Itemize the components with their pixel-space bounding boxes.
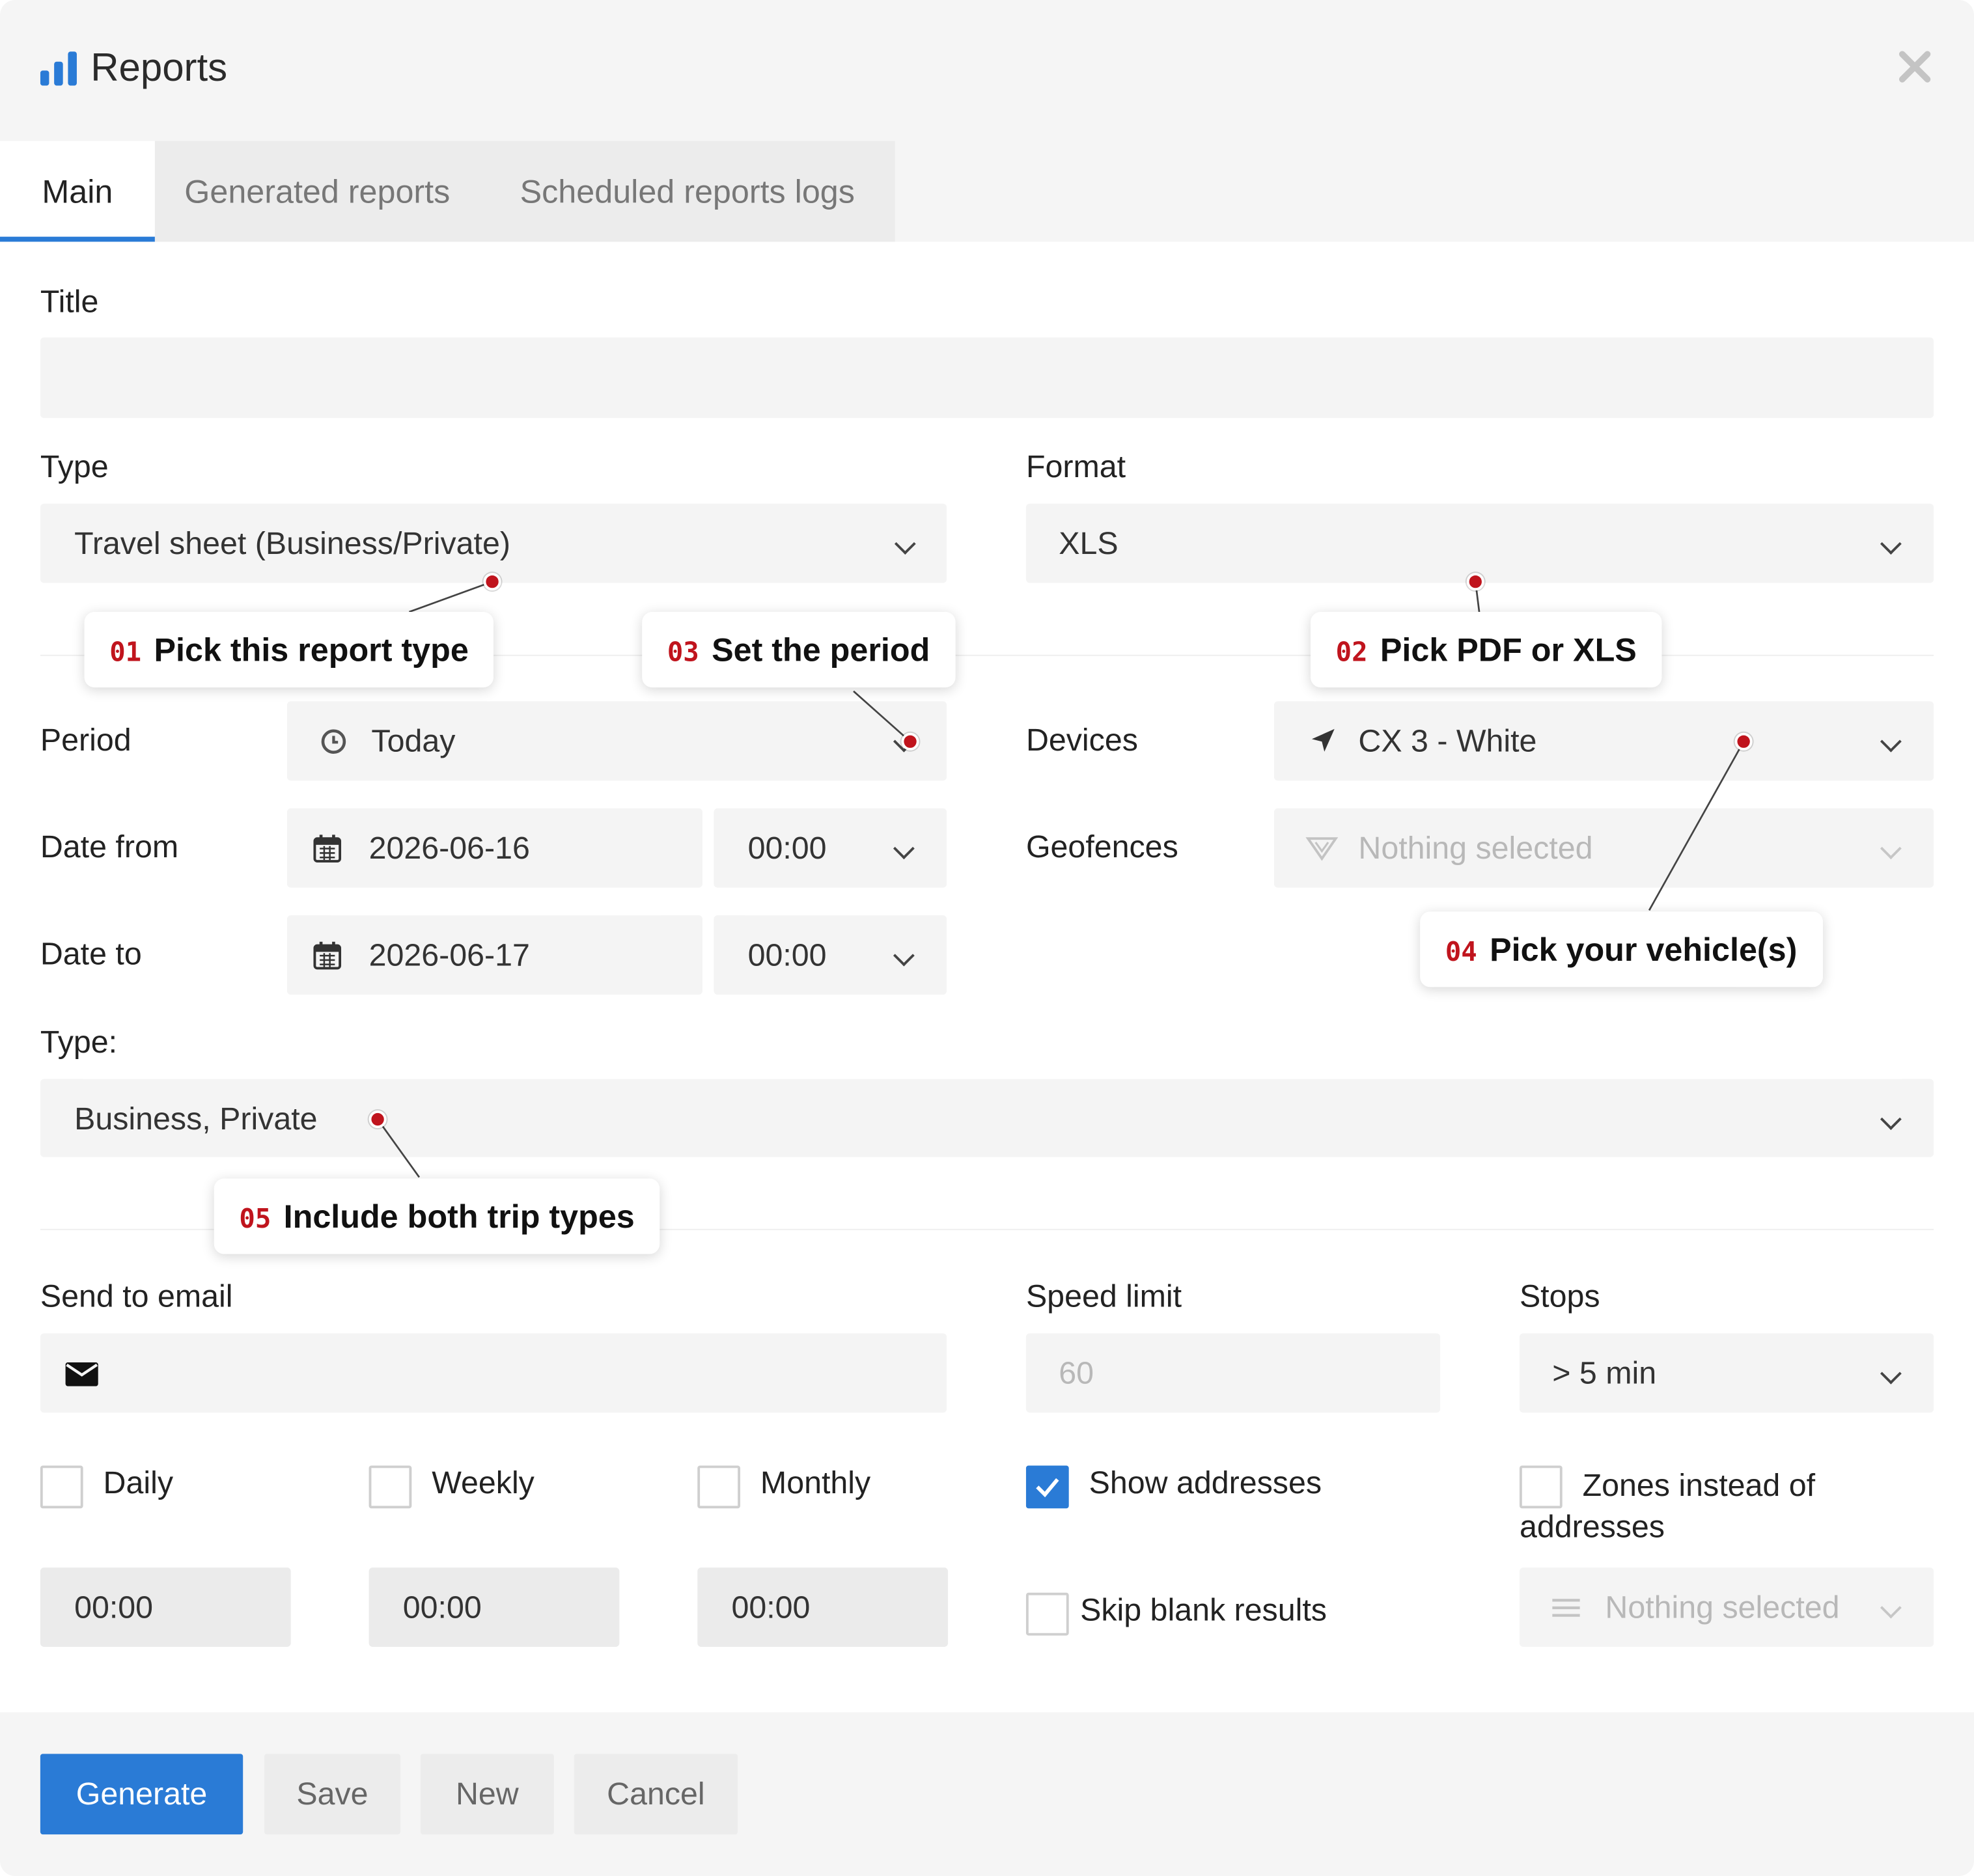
callout-number: 04 (1445, 937, 1477, 967)
callout-marker-03 (901, 732, 919, 751)
callout-number: 02 (1335, 637, 1368, 668)
leader-line-04 (1648, 741, 1745, 911)
callout-marker-04 (1734, 732, 1753, 751)
callout-02: 02 Pick PDF or XLS (1310, 612, 1662, 688)
callout-04: 04 Pick your vehicle(s) (1420, 911, 1823, 987)
callout-number: 01 (109, 637, 142, 668)
callout-03: 03 Set the period (642, 612, 955, 688)
leader-line-01 (408, 581, 493, 613)
callout-text: Pick PDF or XLS (1380, 631, 1637, 669)
callout-text: Pick this report type (154, 631, 469, 669)
callout-text: Pick your vehicle(s) (1490, 930, 1798, 969)
callout-number: 03 (667, 637, 699, 668)
callout-number: 05 (239, 1204, 271, 1234)
callout-marker-02 (1466, 573, 1484, 591)
callout-text: Set the period (712, 631, 930, 669)
callout-text: Include both trip types (283, 1197, 635, 1235)
reports-dialog: Reports Main Generated reports Scheduled… (0, 0, 1974, 1876)
callout-01: 01 Pick this report type (84, 612, 494, 688)
callout-marker-01 (483, 573, 501, 591)
callout-05: 05 Include both trip types (214, 1178, 660, 1254)
leader-line-03 (853, 690, 911, 743)
callout-marker-05 (368, 1110, 387, 1129)
leader-line-05 (377, 1118, 421, 1178)
